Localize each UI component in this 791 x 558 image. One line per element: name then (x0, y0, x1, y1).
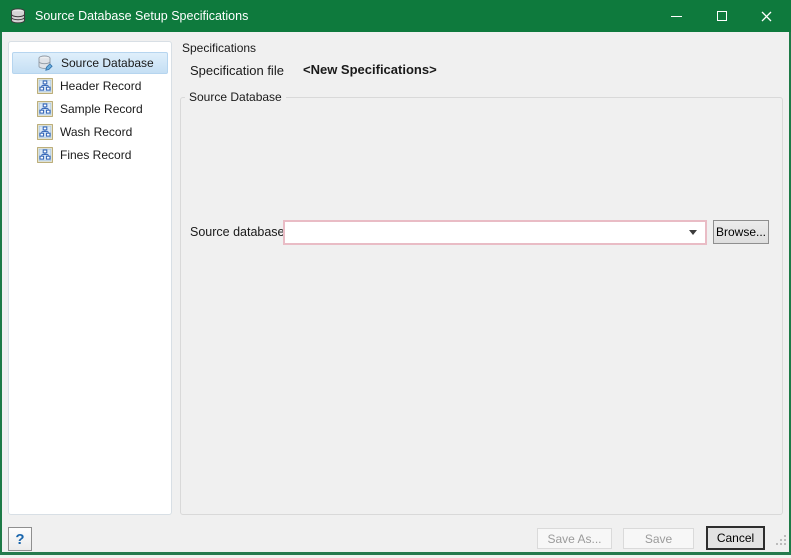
dialog-window: Source Database Setup Specifications (0, 0, 791, 558)
source-database-groupbox: Source Database (180, 97, 783, 515)
close-icon (761, 11, 772, 22)
specification-file-label: Specification file (190, 63, 284, 78)
sidebar-item-label: Sample Record (60, 102, 143, 116)
database-icon (9, 7, 27, 25)
dropdown-arrow-icon[interactable] (689, 230, 697, 235)
sidebar-item-source-database[interactable]: Source Database (12, 52, 168, 74)
browse-button[interactable]: Browse... (713, 220, 769, 244)
specification-file-value: <New Specifications> (303, 62, 437, 77)
source-database-combobox[interactable] (283, 220, 707, 245)
section-label: Specifications (182, 41, 256, 55)
window-controls (654, 0, 789, 32)
sidebar-item-label: Header Record (60, 79, 141, 93)
window-border-left (0, 32, 2, 555)
maximize-icon (717, 11, 727, 21)
org-chart-record-icon (37, 147, 53, 163)
minimize-icon (671, 16, 682, 17)
sidebar-item-label: Wash Record (60, 125, 132, 139)
minimize-button[interactable] (654, 0, 699, 32)
maximize-button[interactable] (699, 0, 744, 32)
sidebar-item-label: Source Database (61, 56, 154, 70)
sidebar-item-label: Fines Record (60, 148, 131, 162)
resize-grip[interactable] (774, 533, 787, 551)
source-database-field-label: Source database (190, 225, 285, 239)
close-button[interactable] (744, 0, 789, 32)
help-button[interactable]: ? (8, 527, 32, 551)
save-button[interactable]: Save (623, 528, 694, 549)
source-database-input[interactable] (285, 222, 689, 243)
sidebar-item-header-record[interactable]: Header Record (12, 75, 168, 97)
org-chart-record-icon (37, 78, 53, 94)
sidebar-nav: Source Database Header Record (8, 41, 172, 515)
sidebar-item-sample-record[interactable]: Sample Record (12, 98, 168, 120)
database-edit-icon (37, 55, 54, 71)
titlebar: Source Database Setup Specifications (0, 0, 791, 32)
sidebar-item-wash-record[interactable]: Wash Record (12, 121, 168, 143)
groupbox-label: Source Database (185, 90, 286, 104)
sidebar-item-fines-record[interactable]: Fines Record (12, 144, 168, 166)
save-as-button[interactable]: Save As... (537, 528, 612, 549)
org-chart-record-icon (37, 124, 53, 140)
org-chart-record-icon (37, 101, 53, 117)
window-title: Source Database Setup Specifications (35, 9, 248, 23)
cancel-button[interactable]: Cancel (706, 526, 765, 550)
